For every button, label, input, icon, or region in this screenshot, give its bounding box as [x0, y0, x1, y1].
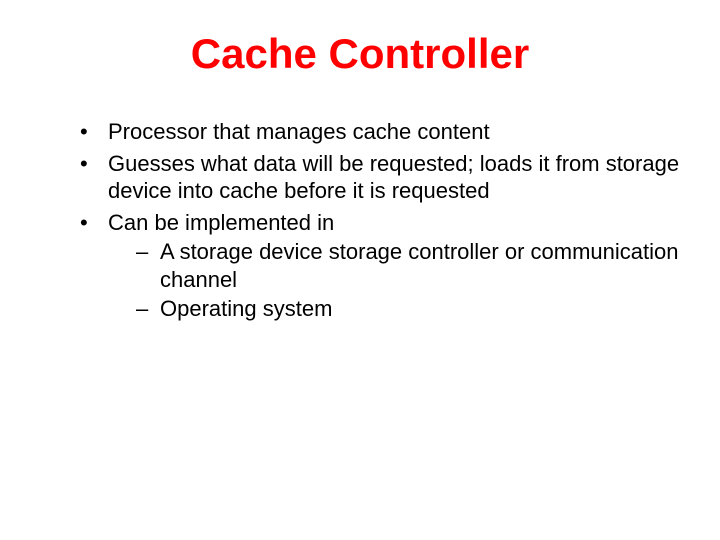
bullet-list: Processor that manages cache content Gue… [80, 118, 680, 323]
bullet-text: Can be implemented in [108, 210, 334, 235]
list-item: A storage device storage controller or c… [136, 238, 680, 293]
sub-bullet-list: A storage device storage controller or c… [136, 238, 680, 323]
list-item: Processor that manages cache content [80, 118, 680, 146]
sub-bullet-text: A storage device storage controller or c… [160, 239, 678, 292]
bullet-text: Guesses what data will be requested; loa… [108, 151, 679, 204]
slide: Cache Controller Processor that manages … [0, 0, 720, 540]
slide-title: Cache Controller [40, 30, 680, 78]
list-item: Guesses what data will be requested; loa… [80, 150, 680, 205]
sub-bullet-text: Operating system [160, 296, 332, 321]
bullet-text: Processor that manages cache content [108, 119, 490, 144]
list-item: Operating system [136, 295, 680, 323]
list-item: Can be implemented in A storage device s… [80, 209, 680, 323]
